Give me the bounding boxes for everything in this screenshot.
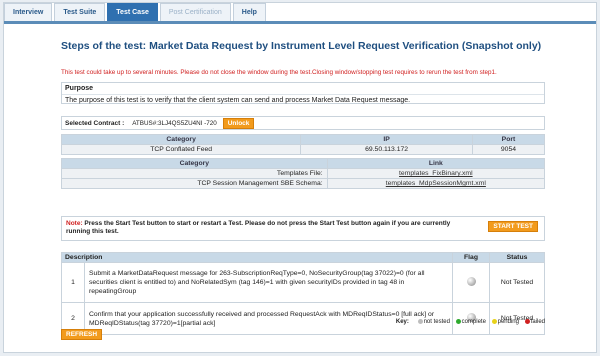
warning-message: This test could take up to several minut…: [61, 69, 497, 76]
key-label: Key:: [395, 319, 409, 326]
tab-post-certification: Post Certification: [159, 3, 231, 21]
contract-label: Selected Contract :: [65, 120, 125, 127]
failed-dot-icon: [524, 319, 530, 324]
link-category: TCP Session Management SBE Schema:: [61, 178, 328, 189]
feed-table: Category IP Port TCP Conflated Feed 69.5…: [60, 134, 546, 155]
refresh-button[interactable]: REFRESH: [61, 329, 103, 340]
links-table: Category Link Templates File: templates_…: [61, 158, 546, 189]
complete-dot-icon: [455, 319, 461, 324]
unlock-button[interactable]: Unlock: [222, 117, 255, 129]
links-header-category: Category: [61, 158, 328, 169]
tab-bar: Interview Test Suite Test Case Post Cert…: [4, 3, 596, 24]
link-category: Templates File:: [61, 168, 328, 179]
not-tested-dot-icon: [417, 319, 423, 324]
key-failed: failed: [530, 319, 545, 326]
step-status: Not Tested: [489, 262, 545, 303]
table-row: 1 Submit a MarketDataRequest message for…: [61, 262, 545, 303]
steps-header-flag: Flag: [452, 252, 490, 263]
page-title: Steps of the test: Market Data Request b…: [61, 40, 542, 52]
links-header-link: Link: [326, 158, 546, 169]
steps-header-status: Status: [489, 252, 545, 263]
contract-panel: Selected Contract : ATBUS#:3LJ4QS5ZU4NI …: [61, 116, 545, 130]
contract-value: ATBUS#:3LJ4QS5ZU4NI -720: [132, 120, 217, 127]
purpose-text: The purpose of this test is to verify th…: [65, 97, 411, 104]
key-complete: complete: [461, 319, 486, 326]
key-not-tested: not tested: [423, 319, 450, 326]
tab-test-suite[interactable]: Test Suite: [54, 3, 106, 21]
tab-test-case[interactable]: Test Case: [107, 3, 158, 21]
steps-header-description: Description: [61, 252, 453, 263]
feed-header-port: Port: [471, 134, 546, 145]
note-text-wrap: Note: Press the Start Test button to sta…: [66, 220, 461, 236]
app-window: Interview Test Suite Test Case Post Cert…: [3, 2, 597, 353]
note-text: Press the Start Test button to start or …: [66, 220, 451, 235]
tab-help[interactable]: Help: [232, 3, 266, 21]
table-row: TCP Conflated Feed 69.50.113.172 9054: [60, 144, 546, 155]
table-row: Templates File: templates_FixBinary.xml: [61, 168, 546, 179]
note-prefix: Note:: [66, 220, 83, 227]
feed-port: 9054: [471, 144, 546, 155]
session-schema-link[interactable]: templates_MdpSessionMgmt.xml: [326, 178, 546, 189]
feed-ip: 69.50.113.172: [300, 144, 473, 155]
step-number: 1: [61, 262, 85, 303]
feed-header-category: Category: [60, 134, 302, 145]
purpose-panel: Purpose The purpose of this test is to v…: [61, 82, 545, 104]
step-flag[interactable]: [452, 262, 490, 303]
purpose-heading: Purpose: [62, 83, 544, 95]
feed-category: TCP Conflated Feed: [60, 144, 302, 155]
key-pending: pending: [497, 319, 519, 326]
feed-header-ip: IP: [300, 134, 473, 145]
tab-interview[interactable]: Interview: [4, 3, 53, 21]
pending-dot-icon: [491, 319, 497, 324]
step-description: Submit a MarketDataRequest message for 2…: [84, 262, 453, 303]
start-test-button[interactable]: START TEST: [488, 221, 538, 232]
note-panel: Note: Press the Start Test button to sta…: [61, 216, 545, 241]
table-row: TCP Session Management SBE Schema: templ…: [61, 178, 546, 189]
flag-dot-icon[interactable]: [466, 276, 476, 286]
status-key: Key: not tested complete pending failed: [396, 319, 545, 325]
templates-file-link[interactable]: templates_FixBinary.xml: [326, 168, 546, 179]
